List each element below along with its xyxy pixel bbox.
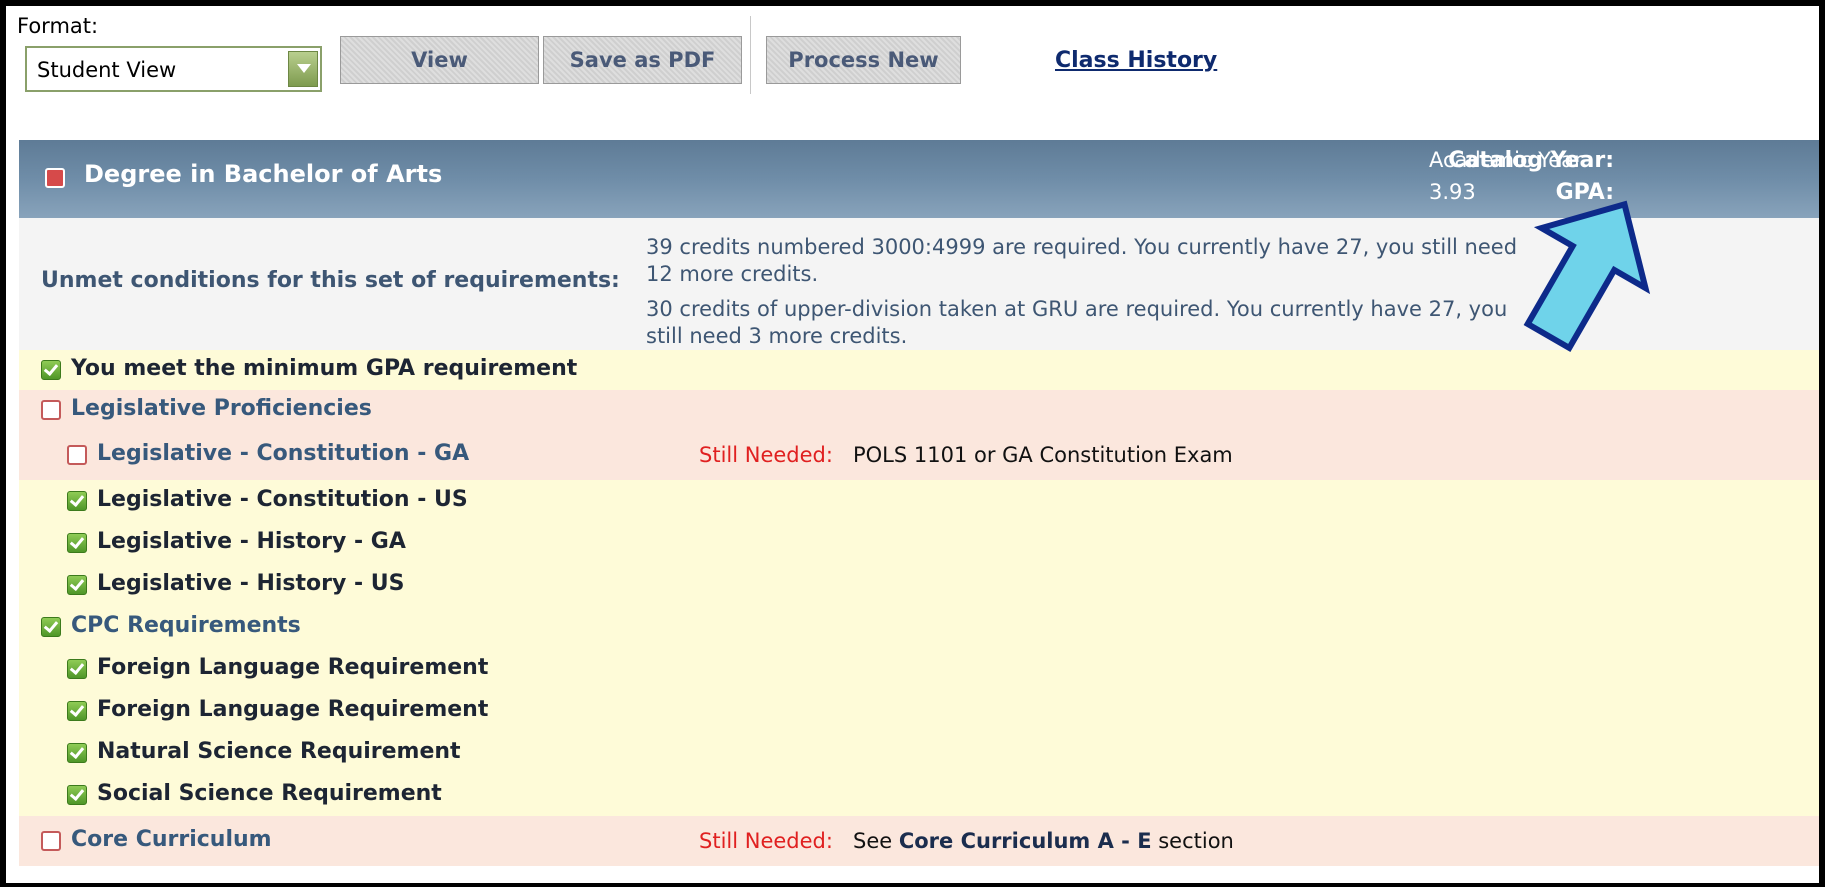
met-checkbox-icon	[67, 533, 87, 553]
met-checkbox-icon	[67, 743, 87, 763]
requirement-row[interactable]: Legislative - Constitution - US	[19, 480, 1819, 522]
requirement-row[interactable]: Core Curriculum Still Needed: See Core C…	[19, 816, 1819, 866]
met-checkbox-icon	[67, 491, 87, 511]
requirement-label: Core Curriculum	[71, 827, 272, 852]
process-new-button[interactable]: Process New	[766, 36, 961, 84]
core-curriculum-link[interactable]: Core Curriculum A - E	[899, 829, 1152, 853]
save-as-pdf-button[interactable]: Save as PDF	[543, 36, 742, 84]
still-needed-suffix: section	[1158, 829, 1234, 853]
still-needed-text: POLS 1101 or GA Constitution Exam	[852, 443, 1233, 467]
requirement-label: Legislative Proficiencies	[71, 396, 372, 421]
chevron-down-icon[interactable]	[288, 51, 318, 87]
requirement-row[interactable]: Legislative - Constitution - GA Still Ne…	[19, 430, 1819, 480]
unmet-condition: 30 credits of upper-division taken at GR…	[646, 297, 1508, 348]
unmet-checkbox-icon	[41, 831, 61, 851]
requirement-label: Legislative - Constitution - US	[97, 487, 468, 512]
format-select-value: Student View	[37, 58, 177, 82]
requirement-label: Legislative - Constitution - GA	[97, 441, 470, 466]
requirement-label: You meet the minimum GPA requirement	[71, 356, 578, 381]
catalog-year-value: Academic Year	[1429, 148, 1583, 172]
degree-title: Degree in Bachelor of Arts	[84, 160, 443, 188]
unmet-conditions-title: Unmet conditions for this set of require…	[41, 268, 620, 293]
requirement-label: Legislative - History - GA	[97, 529, 406, 554]
gpa-value: 3.93	[1429, 180, 1476, 204]
met-checkbox-icon	[67, 785, 87, 805]
format-label: Format:	[17, 14, 99, 38]
toolbar-divider	[750, 16, 751, 94]
met-checkbox-icon	[67, 701, 87, 721]
still-needed-info: Still Needed: POLS 1101 or GA Constituti…	[699, 443, 1233, 467]
requirement-row[interactable]: CPC Requirements	[19, 606, 1819, 648]
still-needed-prefix: See	[852, 829, 893, 853]
requirement-row[interactable]: Legislative - History - US	[19, 564, 1819, 606]
met-checkbox-icon	[41, 360, 61, 380]
class-history-link[interactable]: Class History	[1055, 48, 1217, 73]
still-needed-label: Still Needed:	[699, 829, 833, 853]
requirement-row[interactable]: Foreign Language Requirement	[19, 690, 1819, 732]
still-needed-label: Still Needed:	[699, 443, 833, 467]
requirement-row[interactable]: Legislative Proficiencies	[19, 390, 1819, 430]
met-checkbox-icon	[67, 659, 87, 679]
met-checkbox-icon	[41, 617, 61, 637]
requirement-row[interactable]: You meet the minimum GPA requirement	[19, 350, 1819, 390]
requirement-label: CPC Requirements	[71, 613, 301, 638]
unmet-checkbox-icon	[41, 400, 61, 420]
up-arrow-icon	[1523, 200, 1651, 353]
requirement-label: Social Science Requirement	[97, 781, 442, 806]
requirement-row[interactable]: Foreign Language Requirement	[19, 648, 1819, 690]
requirement-row[interactable]: Natural Science Requirement	[19, 732, 1819, 774]
requirement-label: Natural Science Requirement	[97, 739, 461, 764]
requirement-label: Legislative - History - US	[97, 571, 405, 596]
requirement-label: Foreign Language Requirement	[97, 697, 489, 722]
met-checkbox-icon	[67, 575, 87, 595]
unmet-checkbox-icon	[45, 168, 65, 188]
view-button[interactable]: View	[340, 36, 539, 84]
format-select[interactable]: Student View	[25, 46, 322, 92]
still-needed-info: Still Needed: See Core Curriculum A - E …	[699, 829, 1234, 853]
unmet-checkbox-icon	[67, 445, 87, 465]
degree-audit-frame: Format: Student View View Save as PDF Pr…	[6, 6, 1819, 883]
requirement-label: Foreign Language Requirement	[97, 655, 489, 680]
unmet-condition: 39 credits numbered 3000:4999 are requir…	[646, 235, 1518, 286]
requirement-row[interactable]: Legislative - History - GA	[19, 522, 1819, 564]
requirement-row[interactable]: Social Science Requirement	[19, 774, 1819, 816]
